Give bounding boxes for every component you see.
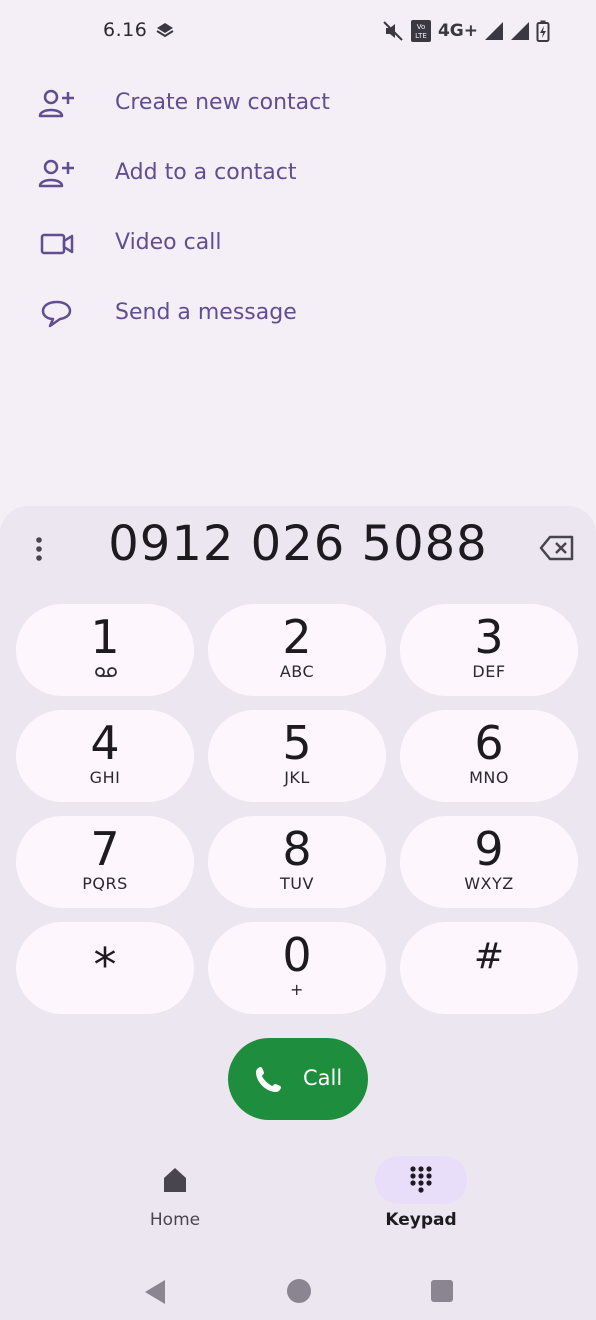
key-digit: 3 xyxy=(474,610,504,664)
key-digit: # xyxy=(473,936,505,977)
status-time: 6.16 xyxy=(103,19,148,41)
status-bar: 6.16 Vo LTE 4G+ xyxy=(0,0,596,62)
network-type: 4G+ xyxy=(437,21,478,41)
bottom-navigation: Home Keypad xyxy=(0,1150,596,1250)
key-digit: * xyxy=(93,938,117,992)
key-digit: 7 xyxy=(90,822,120,876)
back-icon[interactable] xyxy=(143,1278,169,1306)
key-star[interactable]: * xyxy=(16,922,194,1014)
nav-label: Home xyxy=(149,1210,201,1230)
home-circle-icon[interactable] xyxy=(286,1278,312,1304)
signal-icon xyxy=(485,22,503,40)
create-new-contact-option[interactable]: Create new contact xyxy=(0,70,596,140)
home-icon xyxy=(164,1168,186,1192)
svg-text:Vo: Vo xyxy=(417,23,426,31)
add-person-icon xyxy=(38,159,74,188)
nav-label: Keypad xyxy=(385,1210,457,1230)
option-label: Create new contact xyxy=(115,90,330,115)
key-8[interactable]: 8 TUV xyxy=(208,816,386,908)
key-5[interactable]: 5 JKL xyxy=(208,710,386,802)
key-2[interactable]: 2 ABC xyxy=(208,604,386,696)
key-1[interactable]: 1 xyxy=(16,604,194,696)
call-button[interactable]: Call xyxy=(228,1038,368,1120)
signal-icon xyxy=(511,22,529,40)
key-9[interactable]: 9 WXYZ xyxy=(400,816,578,908)
option-label: Add to a contact xyxy=(115,160,297,185)
nav-keypad[interactable]: Keypad xyxy=(350,1150,500,1240)
key-0[interactable]: 0 + xyxy=(208,922,386,1014)
key-digit: 9 xyxy=(474,822,504,876)
key-digit: 8 xyxy=(282,822,312,876)
svg-text:LTE: LTE xyxy=(415,32,427,40)
add-person-icon xyxy=(38,89,74,118)
recents-icon[interactable] xyxy=(430,1279,454,1303)
key-letters: MNO xyxy=(469,768,509,787)
send-message-option[interactable]: Send a message xyxy=(0,280,596,350)
system-navigation-bar xyxy=(0,1260,596,1320)
status-icons: Vo LTE 4G+ xyxy=(382,18,550,44)
phone-icon xyxy=(256,1067,281,1092)
key-6[interactable]: 6 MNO xyxy=(400,710,578,802)
call-label: Call xyxy=(303,1066,343,1090)
key-digit: 2 xyxy=(282,610,312,664)
key-7[interactable]: 7 PQRS xyxy=(16,816,194,908)
key-4[interactable]: 4 GHI xyxy=(16,710,194,802)
dialpad-icon xyxy=(410,1166,432,1193)
battery-charging-icon xyxy=(536,20,550,42)
mute-icon xyxy=(383,21,403,41)
chat-bubble-icon xyxy=(41,300,72,328)
key-letters: ABC xyxy=(279,662,315,681)
key-letters: TUV xyxy=(280,874,314,893)
backspace-icon[interactable] xyxy=(538,534,576,562)
key-digit: 0 xyxy=(282,928,312,982)
key-digit: 5 xyxy=(282,716,312,770)
key-digit: 1 xyxy=(90,610,120,664)
key-letters: + xyxy=(290,980,304,999)
option-label: Send a message xyxy=(115,300,297,325)
video-camera-icon xyxy=(40,233,74,255)
key-letters: WXYZ xyxy=(464,874,514,893)
key-digit: 4 xyxy=(90,716,120,770)
key-letters: JKL xyxy=(284,768,310,787)
more-options-icon[interactable] xyxy=(26,534,52,564)
key-letters: GHI xyxy=(89,768,121,787)
key-3[interactable]: 3 DEF xyxy=(400,604,578,696)
dialed-number[interactable]: 0912 026 5088 xyxy=(80,516,516,572)
option-label: Video call xyxy=(115,230,222,255)
cloud-stack-icon xyxy=(156,23,174,38)
volte-icon: Vo LTE xyxy=(410,20,431,42)
key-letters: PQRS xyxy=(82,874,128,893)
key-letters: DEF xyxy=(472,662,506,681)
video-call-option[interactable]: Video call xyxy=(0,210,596,280)
voicemail-icon xyxy=(95,667,117,677)
add-to-contact-option[interactable]: Add to a contact xyxy=(0,140,596,210)
key-hash[interactable]: # xyxy=(400,922,578,1014)
key-digit: 6 xyxy=(474,716,504,770)
nav-home[interactable]: Home xyxy=(104,1150,254,1240)
